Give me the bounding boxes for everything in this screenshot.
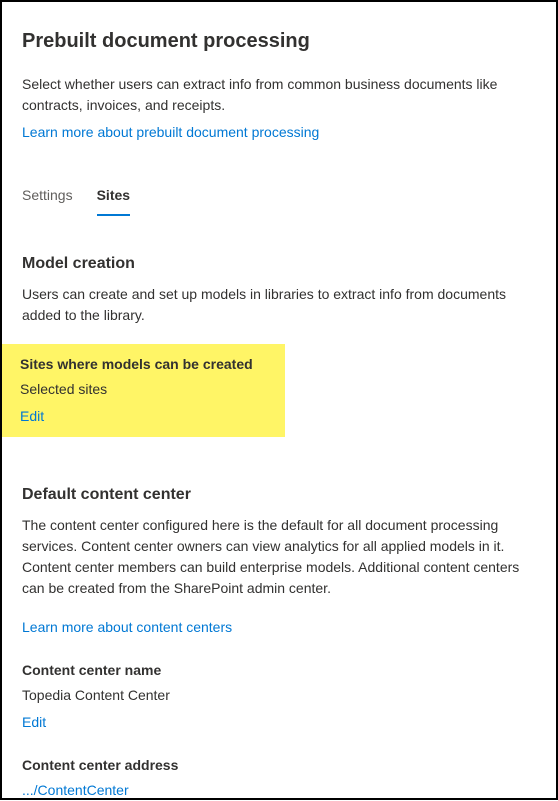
sites-highlight-box: Sites where models can be created Select… xyxy=(2,344,285,437)
sites-where-models-label: Sites where models can be created xyxy=(20,354,275,375)
model-creation-heading: Model creation xyxy=(22,252,536,276)
default-content-center-heading: Default content center xyxy=(22,483,536,507)
default-content-center-description: The content center configured here is th… xyxy=(22,515,536,599)
learn-more-prebuilt-link[interactable]: Learn more about prebuilt document proce… xyxy=(22,122,319,143)
edit-sites-link[interactable]: Edit xyxy=(20,408,44,424)
tab-settings[interactable]: Settings xyxy=(22,185,73,216)
content-center-address-label: Content center address xyxy=(22,755,536,776)
tab-sites[interactable]: Sites xyxy=(97,185,130,216)
content-center-address-link[interactable]: .../ContentCenter xyxy=(22,782,129,798)
page-description: Select whether users can extract info fr… xyxy=(22,74,536,116)
model-creation-description: Users can create and set up models in li… xyxy=(22,284,536,326)
edit-content-center-link[interactable]: Edit xyxy=(22,714,46,730)
content-center-name-value: Topedia Content Center xyxy=(22,685,536,706)
content-center-name-label: Content center name xyxy=(22,660,536,681)
page-title: Prebuilt document processing xyxy=(22,26,536,56)
sites-selected-value: Selected sites xyxy=(20,379,275,400)
learn-more-content-centers-link[interactable]: Learn more about content centers xyxy=(22,617,232,638)
tabs-container: Settings Sites xyxy=(22,185,536,216)
